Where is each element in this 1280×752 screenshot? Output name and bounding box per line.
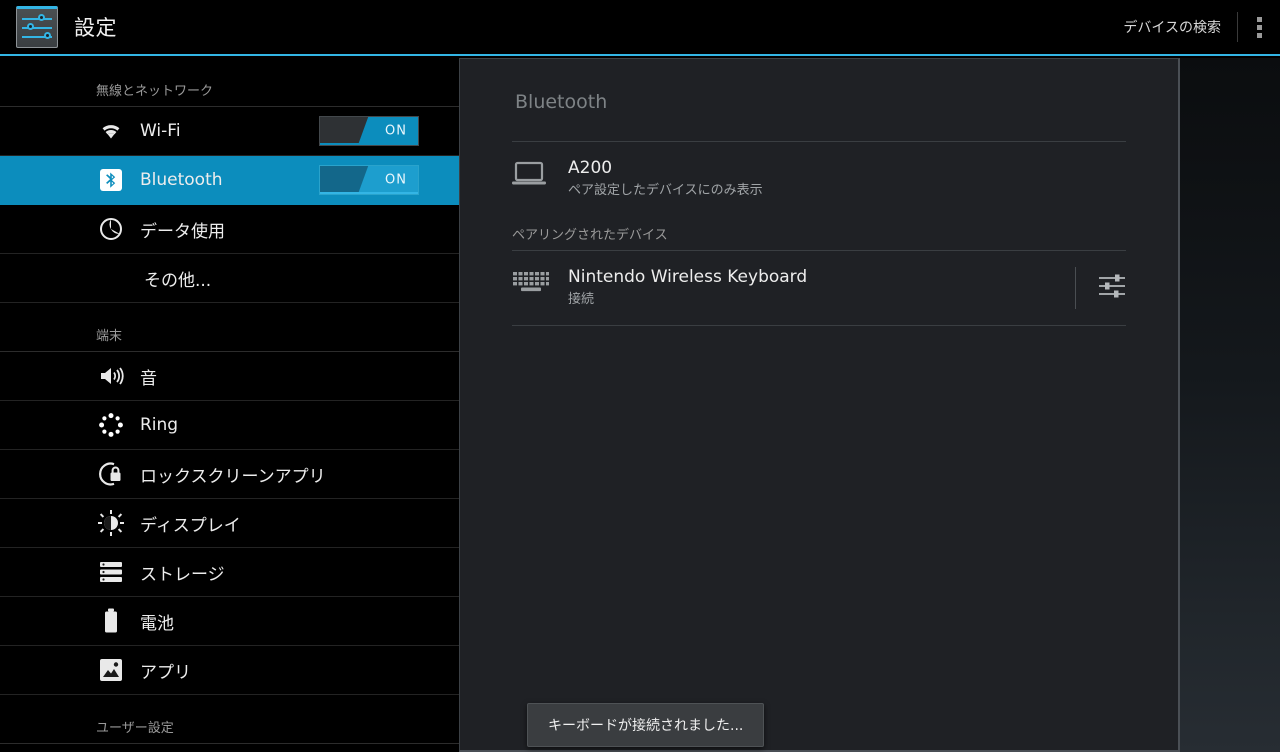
paired-device-settings-button[interactable]: [1057, 267, 1126, 309]
search-devices-button[interactable]: デバイスの検索: [1123, 17, 1237, 37]
panel-title: Bluetooth: [515, 91, 608, 113]
sidebar-item-label: アプリ: [140, 662, 191, 683]
sidebar-item-label: Ring: [140, 415, 179, 435]
more-vertical-icon[interactable]: [1238, 0, 1280, 54]
paired-device-status: 接続: [568, 292, 595, 307]
local-device-text: A200 ペア設定したデバイスにのみ表示: [556, 157, 763, 201]
sidebar-item-label: 音: [140, 368, 157, 389]
sidebar-item-lock-screen-apps[interactable]: ロックスクリーンアプリ: [0, 450, 459, 499]
wifi-toggle-state: ON: [385, 123, 407, 139]
display-icon: [96, 508, 126, 538]
settings-sliders-icon: [16, 6, 58, 48]
local-device-name: A200: [568, 158, 613, 178]
bluetooth-toggle[interactable]: ON: [319, 165, 419, 195]
bluetooth-toggle-state: ON: [385, 172, 407, 188]
data-usage-icon: [96, 214, 126, 244]
settings-divider: [1075, 267, 1076, 309]
local-device-row[interactable]: A200 ペア設定したデバイスにのみ表示: [460, 142, 1178, 216]
sidebar-item-battery[interactable]: 電池: [0, 597, 459, 646]
sidebar-item-label: ロックスクリーンアプリ: [140, 466, 326, 487]
storage-icon: [96, 557, 126, 587]
keyboard-icon: [512, 266, 556, 294]
sidebar-item-display[interactable]: ディスプレイ: [0, 499, 459, 548]
local-device-subtitle: ペア設定したデバイスにのみ表示: [568, 183, 763, 198]
sidebar-item-label: 電池: [140, 613, 174, 634]
sidebar-item-apps[interactable]: アプリ: [0, 646, 459, 695]
paired-device-row[interactable]: Nintendo Wireless Keyboard 接続: [460, 251, 1178, 325]
sidebar-section-device: 端末: [0, 303, 459, 352]
toast-notification: キーボードが接続されました...: [527, 703, 765, 747]
sidebar-item-data-usage[interactable]: データ使用: [0, 205, 459, 254]
sidebar-item-label: ディスプレイ: [140, 515, 241, 536]
paired-devices-section-title: ペアリングされたデバイス: [512, 228, 668, 243]
apps-icon: [96, 655, 126, 685]
sidebar-item-label: Bluetooth: [140, 170, 223, 190]
sliders-icon[interactable]: [1098, 272, 1126, 304]
page-title: 設定: [74, 16, 117, 40]
settings-sidebar[interactable]: 無線とネットワーク Wi-Fi ON Bluetooth ON データ使用 その…: [0, 58, 459, 752]
settings-app-window: 設定 デバイスの検索 無線とネットワーク Wi-Fi ON Bluetooth …: [0, 0, 1280, 752]
battery-icon: [96, 606, 126, 636]
panel-divider-bottom: [512, 325, 1126, 326]
sidebar-item-wifi[interactable]: Wi-Fi ON: [0, 107, 459, 156]
sidebar-item-label: その他...: [144, 270, 212, 291]
bluetooth-settings-panel: Bluetooth A200 ペア設定したデバイスにのみ表示 ペアリングされたデ…: [459, 58, 1180, 752]
sidebar-item-accounts-sync[interactable]: アカウントと同期: [0, 744, 459, 752]
paired-device-text: Nintendo Wireless Keyboard 接続: [556, 266, 807, 310]
sidebar-item-storage[interactable]: ストレージ: [0, 548, 459, 597]
sidebar-item-label: データ使用: [140, 221, 225, 242]
wifi-toggle[interactable]: ON: [319, 116, 419, 146]
paired-device-name: Nintendo Wireless Keyboard: [568, 267, 808, 287]
sidebar-section-wireless: 無線とネットワーク: [0, 58, 459, 107]
sidebar-item-bluetooth[interactable]: Bluetooth ON: [0, 156, 459, 205]
sidebar-item-label: ストレージ: [140, 564, 225, 585]
laptop-icon: [512, 157, 556, 187]
app-header: 設定 デバイスの検索: [0, 0, 1280, 56]
sound-icon: [96, 361, 126, 391]
sidebar-item-ring[interactable]: Ring: [0, 401, 459, 450]
header-actions: デバイスの検索: [1123, 0, 1280, 54]
sidebar-item-sound[interactable]: 音: [0, 352, 459, 401]
app-body: 無線とネットワーク Wi-Fi ON Bluetooth ON データ使用 その…: [0, 58, 1280, 752]
bluetooth-icon: [96, 165, 126, 195]
ring-icon: [96, 410, 126, 440]
sidebar-item-label: Wi-Fi: [140, 121, 181, 141]
sidebar-item-more[interactable]: その他...: [0, 254, 459, 303]
lock-screen-icon: [96, 459, 126, 489]
wifi-icon: [96, 116, 126, 146]
sidebar-section-personal: ユーザー設定: [0, 695, 459, 744]
